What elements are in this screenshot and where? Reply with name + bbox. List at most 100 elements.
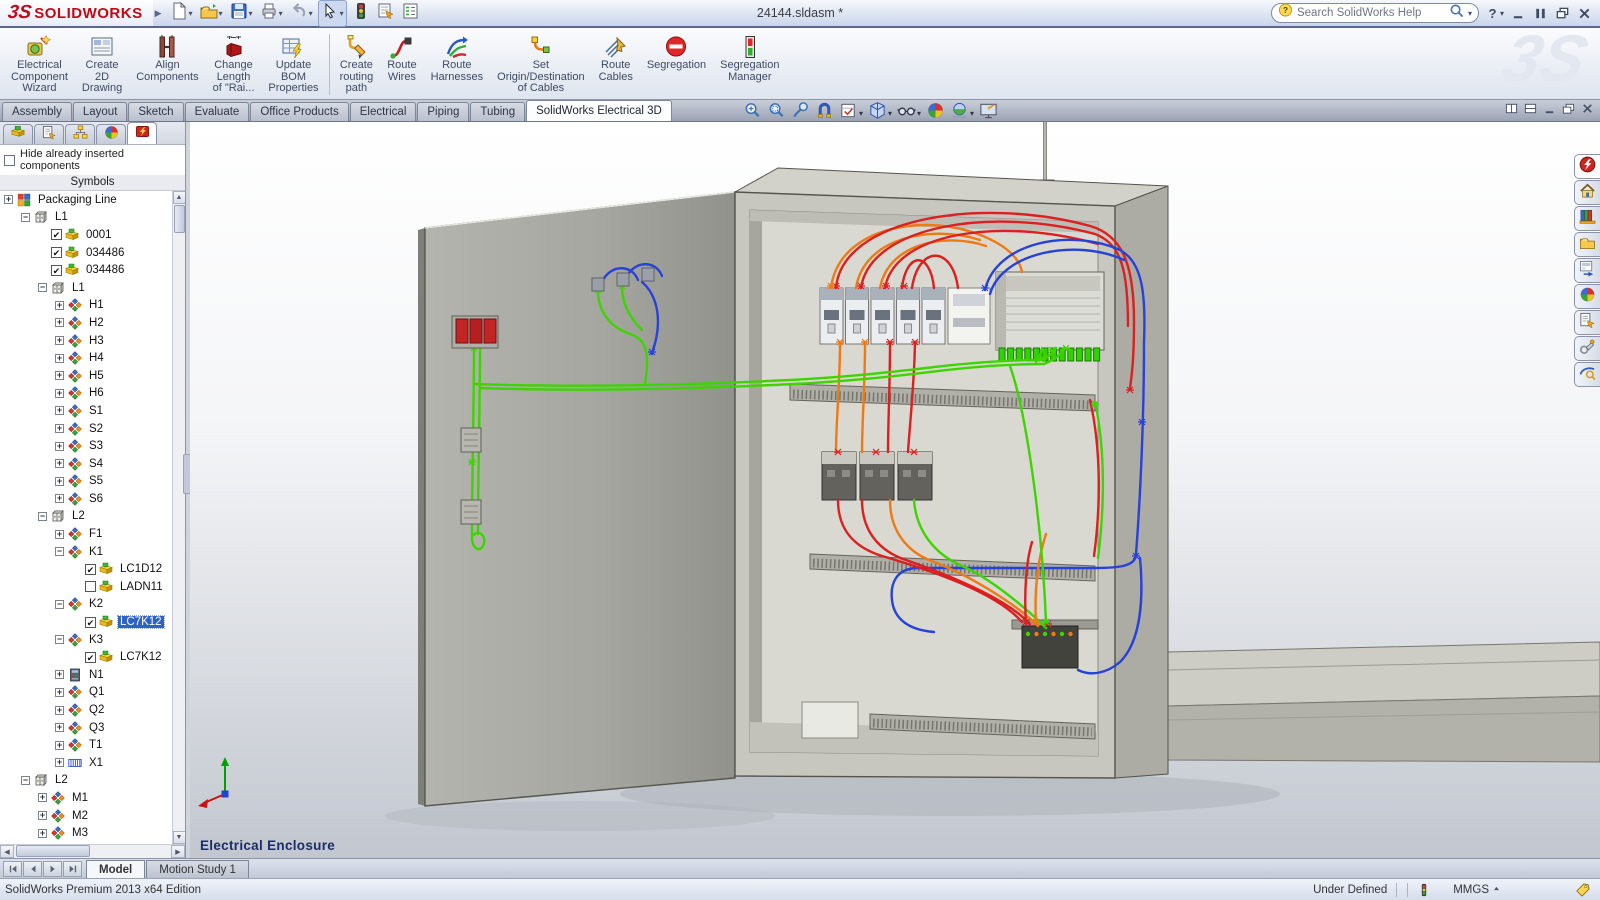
expand-icon[interactable]: +	[55, 688, 64, 697]
tree-item[interactable]: + H5	[0, 367, 172, 385]
expand-icon[interactable]: +	[55, 406, 64, 415]
tree-item-label[interactable]: LC1D12	[118, 563, 164, 575]
tree-item-label[interactable]: 0001	[84, 229, 114, 241]
scrollbar-thumb[interactable]	[16, 845, 90, 857]
set-origin-destination-button[interactable]: Set Origin/Destination of Cables	[490, 30, 591, 99]
tree-item-label[interactable]: S6	[87, 493, 105, 505]
expand-icon[interactable]: +	[38, 811, 47, 820]
task-list-button[interactable]	[400, 1, 422, 26]
tab-model[interactable]: Model	[86, 860, 145, 878]
tree-item-label[interactable]: 034486	[84, 264, 126, 276]
form-properties-button[interactable]	[375, 1, 397, 26]
tree-item-label[interactable]: M2	[70, 810, 90, 822]
tab-office-products[interactable]: Office Products	[250, 102, 348, 121]
tree-checkbox[interactable]: ✔	[51, 265, 62, 276]
save-button[interactable]: ▾	[228, 1, 255, 26]
graphics-viewport[interactable]: Electrical Enclosure	[190, 122, 1600, 858]
close-button[interactable]	[1577, 6, 1592, 21]
tree-item[interactable]: + S3	[0, 437, 172, 455]
toolbar-expand-arrow-icon[interactable]: ▶	[155, 8, 162, 19]
tree-item[interactable]: +H4	[0, 349, 172, 367]
expand-icon[interactable]: +	[55, 318, 64, 327]
tree-item-label[interactable]: L2	[53, 774, 70, 786]
expand-icon[interactable]: +	[55, 424, 64, 433]
tree-item-label[interactable]: T1	[87, 739, 104, 751]
tree-item[interactable]: ✔ 034486	[0, 261, 172, 279]
tree-item[interactable]: +S6	[0, 490, 172, 508]
appearances-tab[interactable]	[1574, 284, 1600, 309]
collapse-icon[interactable]: −	[21, 213, 30, 222]
tree-vertical-scrollbar[interactable]: ▲ ▼	[172, 191, 185, 844]
tree-item[interactable]: +S1	[0, 402, 172, 420]
tree-item-label[interactable]: F1	[87, 528, 104, 540]
expand-icon[interactable]: +	[55, 442, 64, 451]
tab-tubing[interactable]: Tubing	[470, 102, 525, 121]
scroll-up-icon[interactable]: ▲	[173, 191, 186, 204]
traffic-light-button[interactable]	[350, 1, 372, 26]
expand-icon[interactable]: +	[55, 723, 64, 732]
expand-icon[interactable]: +	[55, 670, 64, 679]
tree-item[interactable]: +T1	[0, 736, 172, 754]
tree-item-label[interactable]: 034486	[84, 247, 126, 259]
design-library-tab[interactable]	[1574, 206, 1600, 231]
tab-assembly[interactable]: Assembly	[2, 102, 72, 121]
align-components-button[interactable]: Align Components	[129, 30, 205, 99]
tree-item[interactable]: +H6	[0, 385, 172, 403]
circuit-breakers[interactable]	[820, 288, 990, 344]
tree-item-label[interactable]: K3	[87, 634, 105, 646]
component-wizard-button[interactable]: Electrical Component Wizard	[4, 30, 75, 99]
tree-item[interactable]: −L2	[0, 772, 172, 790]
expand-icon[interactable]: +	[55, 477, 64, 486]
tab-solidworks-electrical-3d[interactable]: SolidWorks Electrical 3D	[526, 100, 672, 121]
tree-item-label[interactable]: Q2	[87, 704, 106, 716]
tree-item[interactable]: + M2	[0, 807, 172, 825]
tree-item[interactable]: +S5	[0, 473, 172, 491]
tree-item[interactable]: −L1	[0, 279, 172, 297]
driveworks-tab[interactable]	[1574, 336, 1600, 361]
previous-study-button[interactable]	[23, 861, 42, 877]
open-button[interactable]: ▾	[198, 1, 225, 26]
expand-icon[interactable]: +	[4, 195, 13, 204]
tree-item-label[interactable]: H6	[87, 387, 106, 399]
dropdown-arrow-icon[interactable]: ▾	[340, 9, 344, 18]
minimize-button[interactable]	[1511, 6, 1526, 21]
tree-item-label[interactable]: S3	[87, 440, 105, 452]
custom-properties-tab[interactable]	[1574, 310, 1600, 335]
update-bom-button[interactable]: Update BOM Properties	[261, 30, 325, 99]
tree-item[interactable]: −K2	[0, 596, 172, 614]
first-study-button[interactable]	[3, 861, 22, 877]
help-search-box[interactable]: ? ▾	[1271, 3, 1479, 23]
tree-item-label[interactable]: Packaging Line	[36, 194, 119, 206]
next-study-button[interactable]	[43, 861, 62, 877]
expand-icon[interactable]: +	[55, 706, 64, 715]
collapse-icon[interactable]: −	[55, 600, 64, 609]
tab-layout[interactable]: Layout	[73, 102, 128, 121]
properties-tab[interactable]	[34, 124, 64, 144]
scroll-left-icon[interactable]: ◀	[0, 845, 14, 858]
units-dropdown-icon[interactable]	[1492, 884, 1501, 896]
minimize-document-button[interactable]	[1543, 102, 1556, 120]
electrical-manager-tab[interactable]	[127, 122, 157, 144]
viewport-split-horizontal-button[interactable]	[1524, 102, 1537, 120]
enclosure-door[interactable]	[418, 192, 735, 806]
expand-icon[interactable]: +	[38, 793, 47, 802]
tree-item[interactable]: ✔0001	[0, 226, 172, 244]
segregation-manager-button[interactable]: Segregation Manager	[713, 30, 786, 99]
scrollbar-thumb[interactable]	[174, 205, 185, 233]
tree-item-label[interactable]: K1	[87, 546, 105, 558]
tree-item-label[interactable]: H3	[87, 335, 106, 347]
forum-tab[interactable]	[1574, 362, 1600, 387]
expand-icon[interactable]: +	[55, 371, 64, 380]
structure-tab[interactable]	[65, 124, 95, 144]
tree-item-label[interactable]: H5	[87, 370, 106, 382]
restore-document-button[interactable]	[1562, 102, 1575, 120]
new-document-button[interactable]: ▾	[168, 1, 195, 26]
tree-item-label[interactable]: L1	[53, 211, 70, 223]
tree-item[interactable]: +Q1	[0, 684, 172, 702]
route-cables-button[interactable]: Route Cables	[592, 30, 640, 99]
collapse-icon[interactable]: −	[55, 635, 64, 644]
expand-icon[interactable]: +	[55, 530, 64, 539]
dropdown-arrow-icon[interactable]: ▾	[888, 109, 892, 118]
tree-item[interactable]: − L1	[0, 209, 172, 227]
collapse-icon[interactable]: −	[55, 547, 64, 556]
